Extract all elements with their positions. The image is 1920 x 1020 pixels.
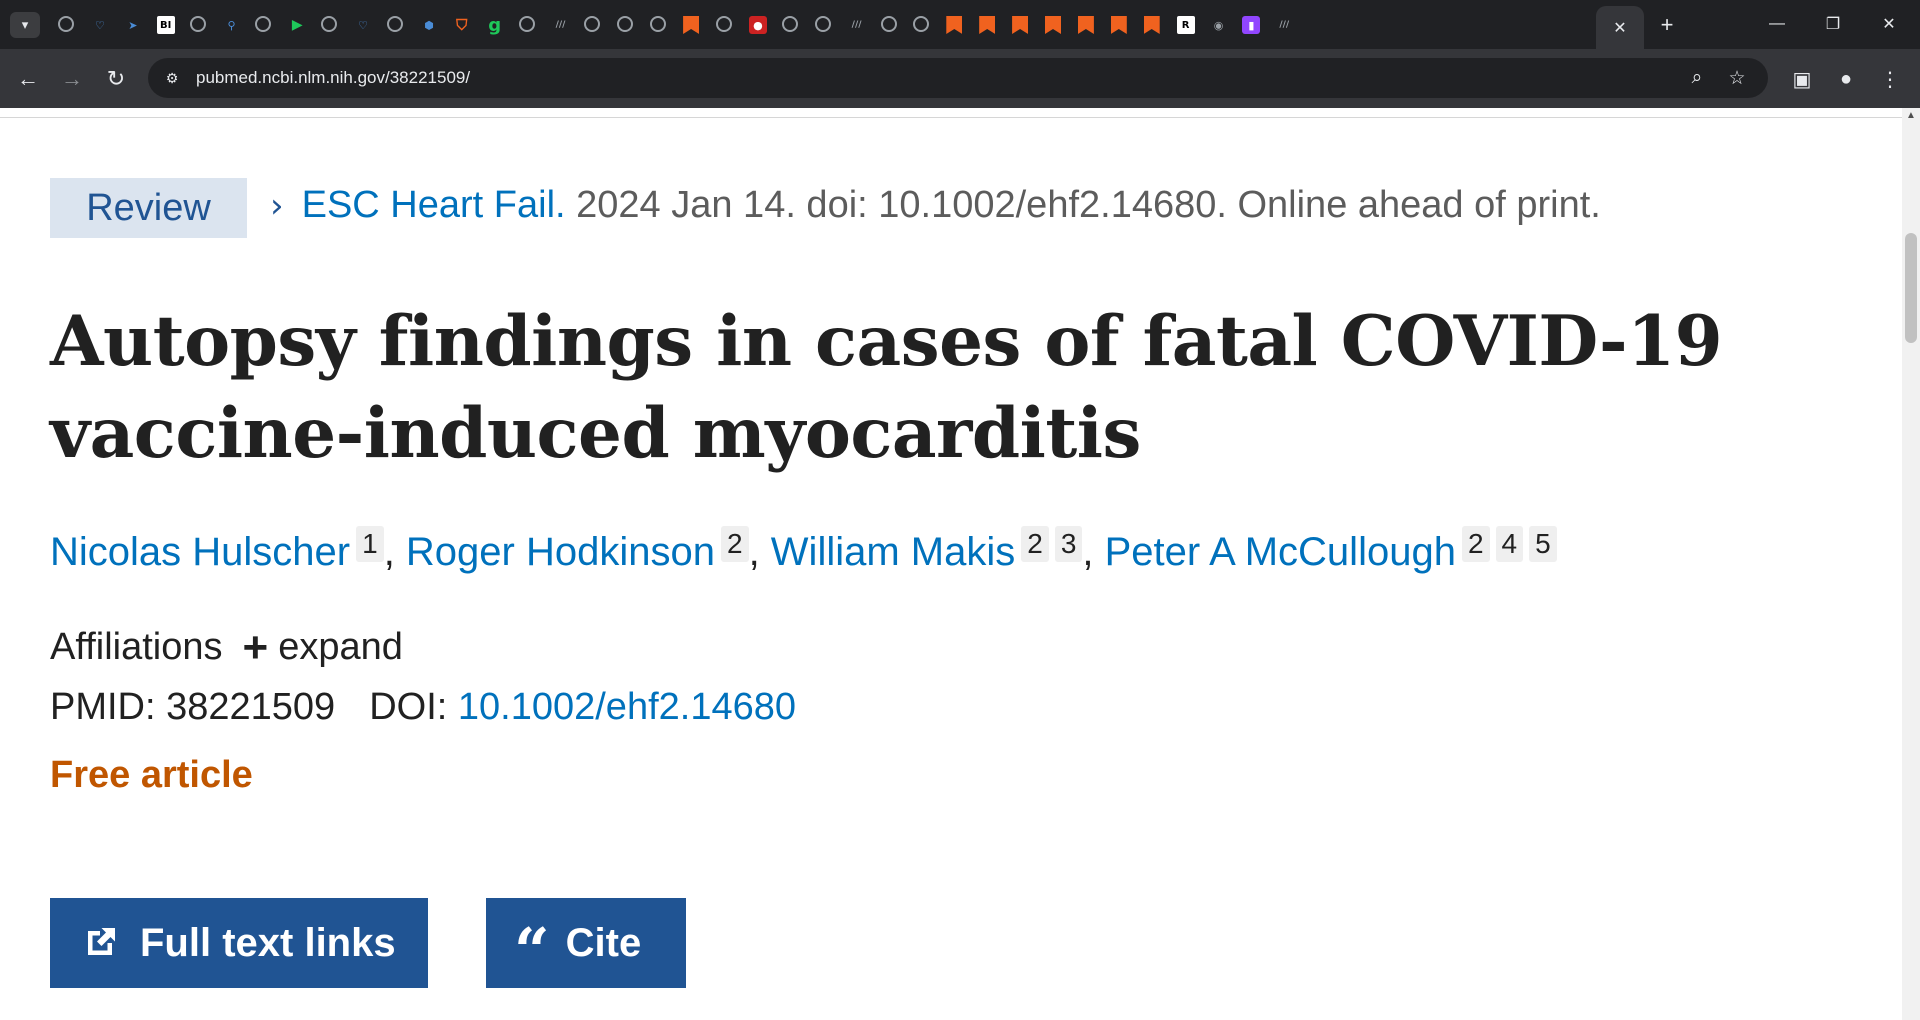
globe-icon[interactable] [255, 16, 272, 32]
full-text-links-label: Full text links [140, 920, 396, 965]
close-window-button[interactable]: ✕ [1866, 8, 1912, 40]
site-info-icon[interactable]: ⚙ [160, 66, 184, 90]
substack-bookmark-icon[interactable] [1045, 16, 1061, 34]
affiliation-number-link[interactable]: 2 [720, 526, 749, 562]
affiliations-row: Affiliations + expand [50, 620, 403, 672]
side-panel-icon[interactable]: ▣ [1786, 63, 1818, 95]
external-link-icon [80, 923, 120, 963]
play-circle-icon[interactable]: ▶ [288, 16, 306, 34]
globe-icon[interactable] [650, 16, 667, 32]
author-link[interactable]: Nicolas Hulscher [50, 530, 350, 574]
slash-logo-icon[interactable]: /// [1275, 16, 1293, 34]
globe-icon[interactable] [58, 16, 74, 32]
globe-icon[interactable] [781, 16, 798, 32]
full-text-links-button[interactable]: Full text links [50, 898, 428, 988]
slash-logo-icon[interactable]: /// [552, 16, 570, 34]
forward-button[interactable]: → [56, 63, 88, 95]
globe-icon[interactable] [189, 16, 206, 32]
affiliation-number-link[interactable]: 4 [1495, 526, 1524, 562]
url-text[interactable]: pubmed.ncbi.nlm.nih.gov/38221509/ [196, 68, 470, 88]
globe-icon[interactable] [584, 16, 601, 32]
affiliation-number-link[interactable]: 2 [1021, 526, 1049, 562]
rg-logo-icon[interactable]: R [1176, 16, 1195, 34]
globe-icon[interactable] [321, 16, 338, 32]
affiliation-number-link[interactable]: 3 [1054, 526, 1083, 562]
page-scrollbar[interactable]: ▲ [1902, 108, 1920, 1020]
affiliations-label: Affiliations [50, 626, 223, 668]
scroll-up-arrow-icon[interactable]: ▲ [1902, 110, 1920, 124]
quote-icon: “ [514, 914, 550, 987]
citation-details: 2024 Jan 14. doi: 10.1002/ehf2.14680. On… [565, 184, 1601, 226]
globe-icon[interactable] [518, 16, 535, 32]
hexagon-icon[interactable]: ⬢ [420, 16, 438, 34]
doi-link[interactable]: 10.1002/ehf2.14680 [458, 686, 796, 728]
substack-bookmark-icon[interactable] [1077, 16, 1094, 34]
scroll-thumb[interactable] [1905, 233, 1917, 343]
globe-icon[interactable] [617, 16, 634, 32]
substack-bookmark-icon[interactable] [979, 16, 996, 34]
author-list: Nicolas Hulscher 1, Roger Hodkinson 2, Wil… [50, 526, 1557, 575]
menu-icon[interactable]: ⋮ [1874, 63, 1906, 95]
pmid-label: PMID: [50, 686, 167, 728]
article-title: Autopsy findings in cases of fatal COVID… [50, 301, 1723, 474]
doi-label: DOI: [369, 686, 458, 728]
profile-icon[interactable]: ● [1830, 63, 1862, 95]
active-tab-close-button[interactable]: ✕ [1596, 6, 1644, 49]
shield-outline-icon[interactable]: ♡ [91, 16, 109, 34]
plus-icon: + [242, 623, 269, 672]
substack-bookmark-icon[interactable] [683, 16, 700, 34]
chevron-right-icon[interactable]: › [270, 186, 284, 226]
affiliation-number-link[interactable]: 5 [1529, 526, 1557, 562]
new-tab-button[interactable]: + [1652, 10, 1682, 40]
g-logo-icon[interactable]: g [486, 15, 504, 36]
globe-icon[interactable] [913, 16, 930, 32]
author-link[interactable]: William Makis [771, 530, 1015, 574]
author-separator: , [383, 530, 406, 574]
substack-bookmark-icon[interactable] [946, 16, 963, 34]
zoom-icon[interactable]: ⌕ [1684, 65, 1710, 91]
author-separator: , [1082, 530, 1105, 574]
globe-icon[interactable] [880, 16, 897, 32]
author-link[interactable]: Roger Hodkinson [406, 530, 715, 574]
slash-logo-icon[interactable]: /// [848, 16, 866, 34]
cite-button[interactable]: “ Cite [486, 898, 686, 988]
substack-bookmark-icon[interactable] [1143, 16, 1160, 34]
shield-outline-icon[interactable]: ♡ [354, 16, 372, 34]
citation-line: › ESC Heart Fail. 2024 Jan 14. doi: 10.10… [270, 184, 1601, 227]
reload-button[interactable]: ↻ [100, 63, 132, 95]
restore-button[interactable]: ❐ [1810, 8, 1856, 40]
globe-icon[interactable] [814, 16, 831, 32]
author-separator: , [748, 530, 771, 574]
minimize-button[interactable]: — [1754, 8, 1800, 40]
arrow-right-icon[interactable]: ➤ [124, 16, 142, 34]
journal-link[interactable]: ESC Heart Fail. [302, 184, 566, 226]
twitch-icon[interactable]: ▮ [1242, 16, 1261, 34]
expand-affiliations-button[interactable]: + expand [243, 623, 403, 672]
substack-bookmark-icon[interactable] [1110, 16, 1127, 34]
back-button[interactable]: ← [12, 63, 44, 95]
browser-toolbar: ← → ↻ ⚙ pubmed.ncbi.nlm.nih.gov/38221509… [0, 49, 1920, 108]
affiliation-number-link[interactable]: 2 [1461, 526, 1490, 562]
address-bar[interactable]: ⚙ pubmed.ncbi.nlm.nih.gov/38221509/ ⌕ ☆ [148, 58, 1768, 98]
bookmark-star-icon[interactable]: ☆ [1724, 65, 1750, 91]
red-mic-icon[interactable]: ● [748, 16, 767, 34]
free-article-label: Free article [50, 754, 253, 796]
author-link[interactable]: Peter A McCullough [1105, 530, 1456, 574]
magnifier-icon[interactable]: ⚲ [223, 16, 241, 34]
article-identifiers: PMID: 38221509 DOI: 10.1002/ehf2.14680 [50, 686, 796, 729]
tab-search-button[interactable]: ▾ [10, 12, 40, 38]
bi-logo-icon[interactable]: BI [156, 16, 175, 34]
browser-tab-strip: ▾ ♡ ➤ BI ⚲ ▶ ♡ ⬢ ⛉ g /// ● /// R ◉ ▮ /// ✕ + — ❐ ✕ [0, 0, 1920, 49]
publication-type-badge: Review [50, 178, 247, 238]
header-divider [0, 108, 1902, 118]
substack-bookmark-icon[interactable] [1012, 16, 1029, 34]
globe-icon[interactable] [716, 16, 732, 32]
brave-shield-icon[interactable]: ⛉ [453, 16, 471, 34]
affiliation-number-link[interactable]: 1 [356, 526, 384, 562]
expand-label: expand [278, 626, 403, 668]
globe-icon[interactable] [387, 16, 403, 32]
cite-label: Cite [565, 920, 642, 965]
dark-logo-icon[interactable]: ◉ [1210, 16, 1228, 34]
pmid-value: 38221509 [166, 686, 336, 728]
